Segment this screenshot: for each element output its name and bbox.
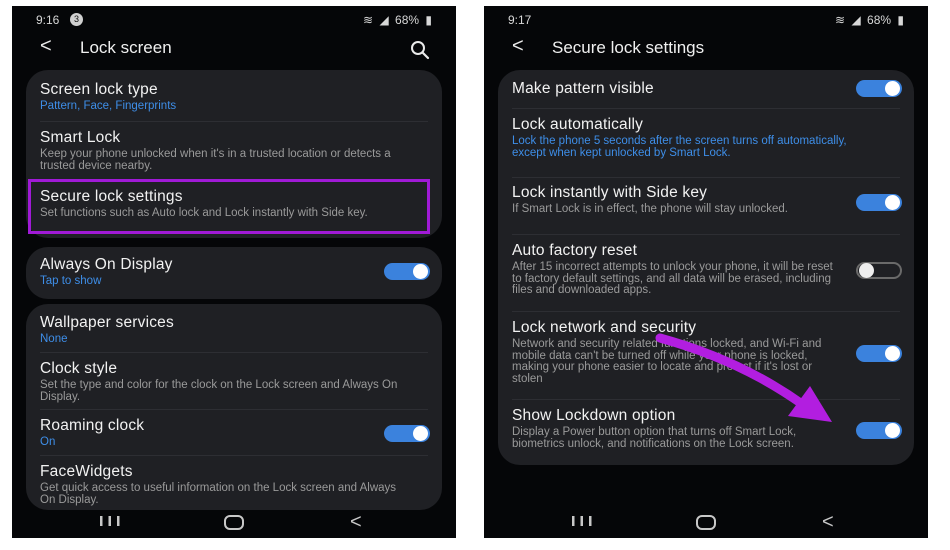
item-title: Smart Lock (40, 129, 121, 146)
phone-screen-lock-screen: 9:16 3 ≋ ◢ 68% ▮ < Lock screen Screen lo… (12, 6, 456, 538)
item-subtitle: After 15 incorrect attempts to unlock yo… (512, 261, 833, 296)
battery-percent: 68% (867, 13, 892, 27)
signal-icon: ◢ (379, 13, 389, 27)
item-subtitle: On (40, 436, 56, 448)
make-pattern-visible-toggle[interactable] (856, 80, 902, 97)
item-subtitle: Display a Power button option that turns… (512, 426, 797, 450)
annotation-arrow-icon (655, 333, 832, 422)
item-title: Clock style (40, 360, 118, 377)
always-on-display-item[interactable]: Always On Display Tap to show (40, 256, 428, 288)
recents-icon[interactable] (98, 514, 122, 533)
toggle-knob (885, 423, 900, 438)
auto-factory-reset-item[interactable]: Auto factory reset After 15 incorrect at… (512, 242, 900, 297)
item-subtitle: None (40, 333, 68, 345)
item-title: Always On Display (40, 256, 173, 273)
item-title: Lock instantly with Side key (512, 184, 708, 201)
search-icon[interactable] (410, 40, 430, 65)
lock-network-security-toggle[interactable] (856, 345, 902, 362)
item-title: Lock automatically (512, 116, 644, 133)
highlight-box (28, 179, 430, 234)
roaming-clock-item[interactable]: Roaming clock On (40, 417, 428, 449)
status-bar: 9:16 3 ≋ ◢ 68% ▮ (12, 11, 456, 31)
lock-automatically-item[interactable]: Lock automatically Lock the phone 5 seco… (512, 116, 900, 159)
phone-screen-secure-lock: 9:17 ≋ ◢ 68% ▮ < Secure lock settings Ma… (484, 6, 928, 538)
item-subtitle: Tap to show (40, 275, 102, 287)
status-time: 9:17 (508, 13, 532, 27)
back-arrow-icon[interactable]: < (512, 35, 524, 58)
item-title: FaceWidgets (40, 463, 133, 480)
app-bar: < Secure lock settings (484, 32, 928, 66)
status-icons: ≋ ◢ 68% ▮ (832, 13, 904, 27)
always-on-display-toggle[interactable] (384, 263, 430, 280)
battery-icon: ▮ (425, 13, 432, 27)
notification-badge: 3 (70, 13, 83, 26)
toggle-knob (413, 264, 428, 279)
item-title: Make pattern visible (512, 80, 654, 97)
settings-card-aod: Always On Display Tap to show (26, 247, 442, 299)
show-lockdown-option-toggle[interactable] (856, 422, 902, 439)
back-arrow-icon[interactable]: < (40, 35, 52, 58)
app-bar: < Lock screen (12, 32, 456, 66)
item-subtitle: Get quick access to useful information o… (40, 482, 397, 506)
back-nav-icon[interactable]: < (822, 511, 834, 534)
item-subtitle: Keep your phone unlocked when it's in a … (40, 148, 391, 172)
item-subtitle: Set the type and color for the clock on … (40, 379, 398, 403)
divider (40, 352, 428, 353)
lock-instantly-toggle[interactable] (856, 194, 902, 211)
toggle-knob (413, 426, 428, 441)
item-subtitle: Lock the phone 5 seconds after the scree… (512, 135, 847, 159)
item-title: Screen lock type (40, 81, 158, 98)
screen-lock-type-item[interactable]: Screen lock type Pattern, Face, Fingerpr… (40, 81, 428, 113)
item-title: Wallpaper services (40, 314, 174, 331)
smart-lock-item[interactable]: Smart Lock Keep your phone unlocked when… (40, 129, 428, 172)
status-time: 9:16 (36, 13, 60, 27)
lock-instantly-side-key-item[interactable]: Lock instantly with Side key If Smart Lo… (512, 184, 900, 216)
back-nav-icon[interactable]: < (350, 511, 362, 534)
make-pattern-visible-item[interactable]: Make pattern visible (512, 80, 900, 98)
divider (40, 121, 428, 122)
home-icon[interactable] (224, 515, 244, 530)
item-title: Roaming clock (40, 417, 145, 434)
divider (512, 311, 900, 312)
divider (512, 234, 900, 235)
signal-icon: ◢ (851, 13, 861, 27)
divider (40, 455, 428, 456)
status-bar: 9:17 ≋ ◢ 68% ▮ (484, 11, 928, 31)
battery-icon: ▮ (897, 13, 904, 27)
item-subtitle: Pattern, Face, Fingerprints (40, 100, 177, 112)
item-title: Auto factory reset (512, 242, 638, 259)
status-icons: ≋ ◢ 68% ▮ (360, 13, 432, 27)
auto-factory-reset-toggle[interactable] (856, 262, 902, 279)
toggle-knob (859, 263, 874, 278)
page-title: Lock screen (80, 38, 172, 57)
item-subtitle: If Smart Lock is in effect, the phone wi… (512, 203, 788, 215)
battery-percent: 68% (395, 13, 420, 27)
divider (40, 409, 428, 410)
toggle-knob (885, 195, 900, 210)
divider (512, 108, 900, 109)
clock-style-item[interactable]: Clock style Set the type and color for t… (40, 360, 428, 403)
wifi-icon: ≋ (835, 13, 846, 27)
navigation-bar: < (484, 506, 928, 538)
wifi-icon: ≋ (363, 13, 374, 27)
toggle-knob (885, 81, 900, 96)
recents-icon[interactable] (570, 514, 594, 533)
home-icon[interactable] (696, 515, 716, 530)
toggle-knob (885, 346, 900, 361)
wallpaper-services-item[interactable]: Wallpaper services None (40, 314, 428, 346)
facewidgets-item[interactable]: FaceWidgets Get quick access to useful i… (40, 463, 428, 506)
navigation-bar: < (12, 506, 456, 538)
roaming-clock-toggle[interactable] (384, 425, 430, 442)
settings-card-wallpaper: Wallpaper services None Clock style Set … (26, 304, 442, 510)
page-title: Secure lock settings (552, 38, 705, 57)
divider (512, 177, 900, 178)
